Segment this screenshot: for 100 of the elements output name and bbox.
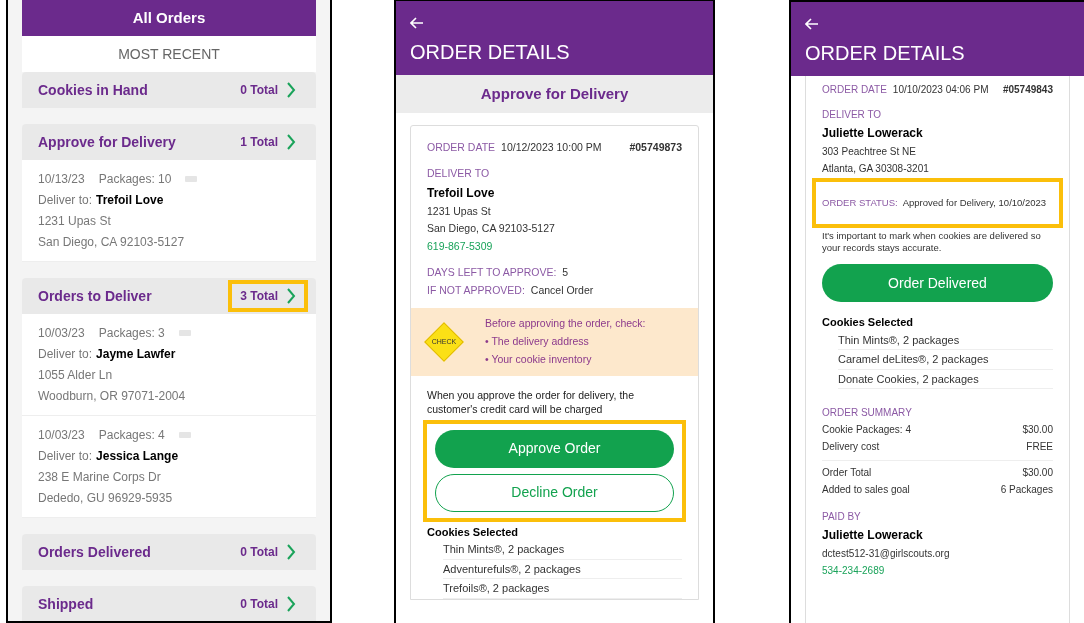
street-address: 303 Peachtree St NE	[822, 145, 917, 159]
total-count: 0 Total	[240, 544, 278, 561]
total-link[interactable]: 0 Total	[228, 74, 308, 106]
delivery-note: It's important to mark when cookies are delivered so your records stays accurate.	[822, 230, 1042, 254]
order-date: 10/13/23	[38, 171, 85, 188]
summary-value: $30.00	[1022, 466, 1053, 480]
total-link[interactable]: 0 Total	[228, 588, 308, 620]
section-header[interactable]: Orders to Deliver 3 Total	[22, 278, 316, 314]
order-number: #05749843	[1002, 83, 1053, 97]
section-title: Cookies in Hand	[38, 80, 148, 100]
field-label: PAID BY	[822, 510, 862, 524]
package-count: Packages: 10	[98, 171, 172, 188]
tag-icon	[178, 432, 191, 438]
total-count: 0 Total	[240, 596, 278, 613]
field-label: DELIVER TO	[427, 165, 491, 181]
tag-icon	[178, 330, 191, 336]
summary-value: FREE	[1026, 440, 1053, 454]
chevron-right-icon	[286, 544, 296, 560]
city-address: San Diego, CA 92103-5127	[38, 234, 186, 251]
order-card[interactable]: 10/03/23 Packages: 4 Deliver to: Jessica Lange 238 E Marine Corps Dr Dededo, GU 96929-5935	[22, 416, 316, 518]
order-card[interactable]: 10/03/23 Packages: 3 Deliver to: Jayme Lawfer 1055 Alder Ln Woodburn, OR 97071-2004	[22, 314, 316, 416]
payer-name: Juliette Lowerack	[822, 527, 924, 544]
chevron-right-icon	[286, 288, 296, 304]
chevron-right-icon	[286, 82, 296, 98]
tag-icon	[185, 176, 198, 182]
deliver-label: Deliver to:	[38, 346, 93, 363]
field-label: IF NOT APPROVED:	[427, 282, 525, 298]
check-item: • Your cookie inventory	[485, 351, 593, 367]
total-count: 3 Total	[240, 288, 278, 305]
page-title: ORDER DETAILS	[410, 40, 571, 65]
cookie-item: Donate Cookies, 2 packages	[838, 372, 979, 385]
summary-label: Added to sales goal	[822, 483, 910, 497]
city-address: Dededo, GU 96929-5935	[38, 490, 174, 507]
section-title: Approve for Delivery	[38, 132, 176, 152]
chevron-right-icon	[286, 134, 296, 150]
charge-note: When you approve the order for delivery, the customer's credit card will be charged	[427, 387, 635, 416]
city-address: San Diego, CA 92103-5127	[427, 221, 556, 237]
summary-label: Order Total	[822, 466, 872, 480]
chevron-right-icon	[286, 596, 296, 612]
section-header[interactable]: Cookies in Hand 0 Total	[22, 72, 316, 108]
deliver-label: Deliver to:	[38, 448, 93, 465]
total-link[interactable]: 0 Total	[228, 536, 308, 568]
cookie-item: Trefoils®, 2 packages	[443, 582, 550, 594]
street-address: 1231 Upas St	[38, 213, 112, 230]
summary-label: Delivery cost	[822, 440, 880, 454]
street-address: 1055 Alder Ln	[38, 367, 114, 384]
order-status: Approved for Delivery, 10/10/2023	[902, 195, 1047, 210]
summary-value: $30.00	[1022, 423, 1053, 437]
sort-label: MOST RECENT	[118, 44, 220, 64]
section-title: Orders Delivered	[38, 542, 151, 562]
customer-name: Jayme Lawfer	[96, 346, 176, 363]
customer-name: Jessica Lange	[96, 448, 179, 465]
customer-name: Juliette Lowerack	[822, 125, 924, 142]
status-title: Approve for Delivery	[480, 83, 629, 104]
order-date: 10/10/2023 04:06 PM	[892, 83, 989, 97]
city-address: Atlanta, GA 30308-3201	[822, 162, 930, 176]
cookie-item: Adventurefuls®, 2 packages	[443, 562, 581, 575]
street-address: 238 E Marine Corps Dr	[38, 469, 162, 486]
payer-email: dctest512-31@girlscouts.org	[822, 547, 951, 561]
field-label: DELIVER TO	[822, 108, 883, 122]
section-heading: Cookies Selected	[427, 524, 520, 540]
back-arrow-icon[interactable]	[410, 17, 424, 29]
order-card[interactable]: 10/13/23 Packages: 10 Deliver to: Trefoil Love 1231 Upas St San Diego, CA 92103-5127	[22, 160, 316, 262]
street-address: 1231 Upas St	[427, 203, 492, 219]
summary-label: Cookie Packages: 4	[822, 423, 911, 437]
check-item: • The delivery address	[485, 334, 590, 349]
check-intro: Before approving the order, check:	[485, 316, 646, 332]
field-label: DAYS LEFT TO APPROVE:	[427, 264, 557, 280]
total-link[interactable]: 3 Total	[228, 280, 308, 312]
deliver-label: Deliver to:	[38, 192, 93, 209]
order-date: 10/03/23	[38, 427, 85, 444]
field-label: ORDER DATE	[427, 140, 496, 155]
field-value: 5	[562, 264, 569, 280]
back-arrow-icon[interactable]	[805, 18, 819, 30]
section-title: Orders to Deliver	[38, 286, 152, 306]
section-heading: Cookies Selected	[822, 315, 915, 330]
field-label: ORDER STATUS:	[822, 195, 898, 210]
page-title: All Orders	[132, 7, 206, 28]
total-count: 0 Total	[240, 82, 278, 99]
order-date: 10/03/23	[38, 325, 85, 342]
field-label: ORDER DATE	[822, 83, 887, 97]
total-count: 1 Total	[240, 134, 278, 151]
summary-value: 6 Packages	[1000, 483, 1053, 497]
section-title: Shipped	[38, 594, 94, 614]
page-title: ORDER DETAILS	[805, 41, 966, 66]
order-date: 10/12/2023 10:00 PM	[501, 140, 602, 155]
field-label: ORDER SUMMARY	[822, 406, 913, 420]
cookie-item: Thin Mints®, 2 packages	[443, 543, 565, 555]
customer-name: Trefoil Love	[427, 184, 496, 202]
city-address: Woodburn, OR 97071-2004	[38, 388, 187, 405]
cookie-item: Caramel deLites®, 2 packages	[838, 353, 989, 365]
package-count: Packages: 4	[98, 427, 165, 444]
customer-name: Trefoil Love	[96, 192, 164, 209]
total-link[interactable]: 1 Total	[228, 126, 308, 158]
section-header[interactable]: Orders Delivered 0 Total	[22, 534, 316, 570]
section-header[interactable]: Shipped 0 Total	[22, 586, 316, 621]
package-count: Packages: 3	[98, 325, 165, 342]
order-number: #05749873	[629, 140, 682, 155]
cookie-item: Thin Mints®, 2 packages	[838, 333, 960, 346]
section-header[interactable]: Approve for Delivery 1 Total	[22, 124, 316, 160]
